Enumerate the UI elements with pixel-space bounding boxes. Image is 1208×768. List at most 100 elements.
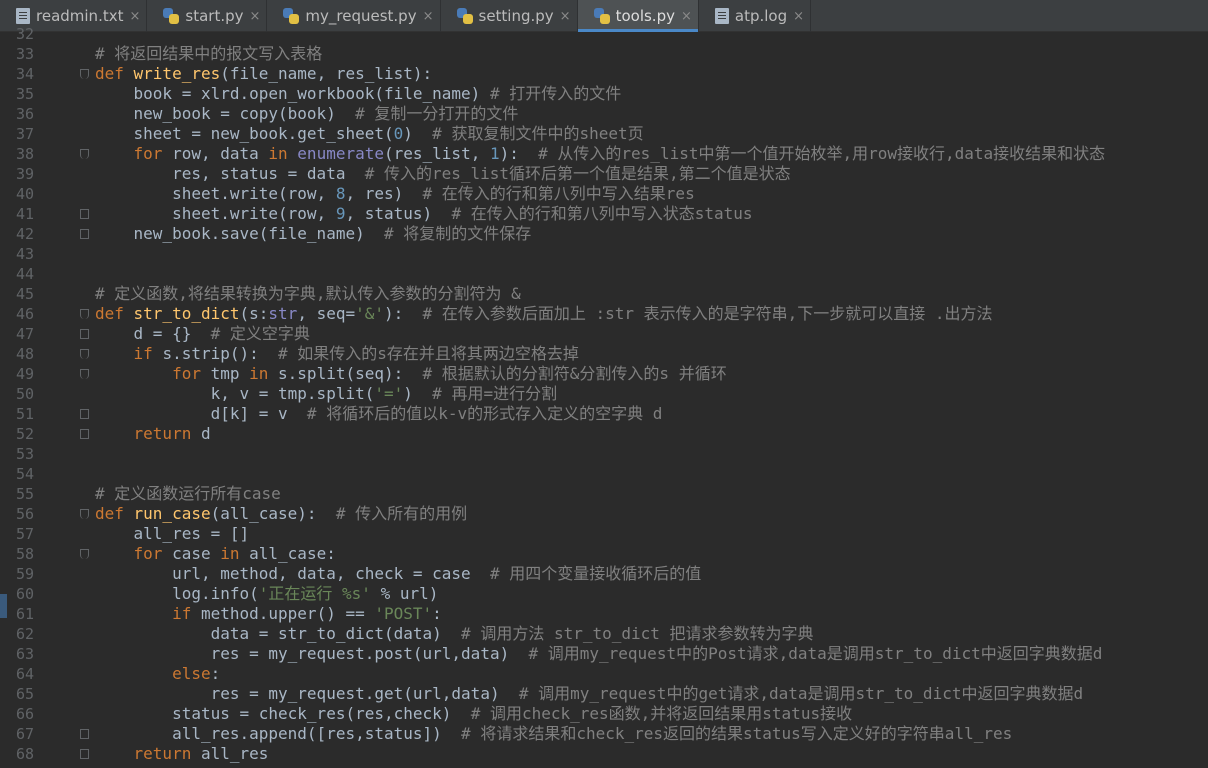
code-token: new_book = copy(book)	[95, 104, 356, 123]
code-line[interactable]: 45 # 定义函数,将结果转换为字典,默认传入参数的分割符为 &	[0, 284, 1208, 304]
code-line[interactable]: 32	[0, 24, 1208, 44]
fold-marker-icon[interactable]	[80, 329, 89, 339]
code-line[interactable]: 39 res, status = data # 传入的res_list循环后第一…	[0, 164, 1208, 184]
code-token: str_to_dict	[133, 304, 240, 323]
code-line[interactable]: 56 def run_case(all_case): # 传入所有的用例	[0, 504, 1208, 524]
code-token: # 将请求结果和check_res返回的结果status写入定义好的字符串all…	[461, 724, 1013, 743]
code-line[interactable]: 44	[0, 264, 1208, 284]
line-number: 32	[15, 25, 34, 43]
code-token: # 调用my_request中的get请求,data是调用str_to_dict…	[518, 684, 1084, 703]
close-icon[interactable]: ×	[250, 9, 261, 24]
code-line[interactable]: 67 all_res.append([res,status]) # 将请求结果和…	[0, 724, 1208, 744]
code-line[interactable]: 36 new_book = copy(book) # 复制一分打开的文件	[0, 104, 1208, 124]
code-line[interactable]: 53	[0, 444, 1208, 464]
code-line[interactable]: 62 data = str_to_dict(data) # 调用方法 str_t…	[0, 624, 1208, 644]
code-line[interactable]: 35 book = xlrd.open_workbook(file_name) …	[0, 84, 1208, 104]
code-token: '='	[374, 384, 404, 403]
line-number: 57	[15, 525, 34, 543]
close-icon[interactable]: ×	[793, 9, 804, 24]
code-line[interactable]: 37 sheet = new_book.get_sheet(0) # 获取复制文…	[0, 124, 1208, 144]
code-text: k, v = tmp.split('=') # 再用=进行分割	[95, 384, 557, 404]
code-line[interactable]: 38 for row, data in enumerate(res_list, …	[0, 144, 1208, 164]
code-token: in	[220, 544, 250, 563]
code-token: # 调用my_request中的Post请求,data是调用str_to_dic…	[528, 644, 1103, 663]
code-line[interactable]: 65 res = my_request.get(url,data) # 调用my…	[0, 684, 1208, 704]
code-line[interactable]: 61 if method.upper() == 'POST':	[0, 604, 1208, 624]
line-number: 37	[15, 125, 34, 143]
code-line[interactable]: 46 def str_to_dict(s:str, seq='&'): # 在传入…	[0, 304, 1208, 324]
code-line[interactable]: 58 for case in all_case:	[0, 544, 1208, 564]
close-icon[interactable]: ×	[560, 9, 571, 24]
line-number: 52	[15, 425, 34, 443]
code-token: :	[210, 664, 221, 683]
fold-marker-icon[interactable]	[80, 69, 89, 79]
fold-marker-icon[interactable]	[80, 229, 89, 239]
fold-marker-icon[interactable]	[80, 209, 89, 219]
fold-marker-icon[interactable]	[80, 369, 89, 379]
line-number: 56	[15, 505, 34, 523]
fold-marker-icon[interactable]	[80, 729, 89, 739]
code-token: status = check_res(res,check)	[95, 704, 471, 723]
code-text: def write_res(file_name, res_list):	[95, 64, 432, 84]
code-token: ):	[384, 304, 423, 323]
code-line[interactable]: 51 d[k] = v # 将循环后的值以k-v的形式存入定义的空字典 d	[0, 404, 1208, 424]
code-text: if method.upper() == 'POST':	[95, 604, 442, 624]
code-line[interactable]: 42 new_book.save(file_name) # 将复制的文件保存	[0, 224, 1208, 244]
code-line[interactable]: 40 sheet.write(row, 8, res) # 在传入的行和第八列中…	[0, 184, 1208, 204]
code-line[interactable]: 48 if s.strip(): # 如果传入的s存在并且将其两边空格去掉	[0, 344, 1208, 364]
fold-marker-icon[interactable]	[80, 309, 89, 319]
code-token: # 打开传入的文件	[489, 84, 622, 103]
code-line[interactable]: 55 # 定义函数运行所有case	[0, 484, 1208, 504]
code-text: # 将返回结果中的报文写入表格	[95, 44, 322, 64]
code-token: new_book.save(file_name)	[95, 224, 384, 243]
code-token: , status)	[345, 204, 452, 223]
close-icon[interactable]: ×	[129, 9, 140, 24]
code-line[interactable]: 47 d = {} # 定义空字典	[0, 324, 1208, 344]
code-line[interactable]: 57 all_res = []	[0, 524, 1208, 544]
code-text: status = check_res(res,check) # 调用check_…	[95, 704, 852, 724]
code-line[interactable]: 64 else:	[0, 664, 1208, 684]
code-line[interactable]: 60 log.info('正在运行 %s' % url)	[0, 584, 1208, 604]
code-token: all_case:	[249, 544, 336, 563]
code-editor[interactable]: 32 33 # 将返回结果中的报文写入表格 34 def write_res(file_…	[0, 25, 1208, 768]
code-token: str	[268, 304, 298, 323]
code-text: d = {} # 定义空字典	[95, 324, 310, 344]
code-line[interactable]: 50 k, v = tmp.split('=') # 再用=进行分割	[0, 384, 1208, 404]
fold-marker-icon[interactable]	[80, 429, 89, 439]
fold-marker-icon[interactable]	[80, 149, 89, 159]
code-token: sheet.write(row,	[95, 204, 336, 223]
code-token: if	[95, 344, 163, 363]
fold-marker-icon[interactable]	[80, 409, 89, 419]
line-number: 64	[15, 665, 34, 683]
code-line[interactable]: 68 return all_res	[0, 744, 1208, 764]
line-number: 49	[15, 365, 34, 383]
code-text: return all_res	[95, 744, 269, 764]
code-line[interactable]: 63 res = my_request.post(url,data) # 调用m…	[0, 644, 1208, 664]
code-token: all_res = []	[95, 524, 250, 543]
code-line[interactable]: 49 for tmp in s.split(seq): # 根据默认的分割符&分…	[0, 364, 1208, 384]
code-line[interactable]: 59 url, method, data, check = case # 用四个…	[0, 564, 1208, 584]
fold-marker-icon[interactable]	[80, 549, 89, 559]
code-line[interactable]: 52 return d	[0, 424, 1208, 444]
code-token: res, status = data	[95, 164, 365, 183]
code-token: for	[95, 144, 173, 163]
code-line[interactable]: 43	[0, 244, 1208, 264]
fold-marker-icon[interactable]	[80, 749, 89, 759]
code-text: res, status = data # 传入的res_list循环后第一个值是…	[95, 164, 791, 184]
code-line[interactable]: 34 def write_res(file_name, res_list):	[0, 64, 1208, 84]
code-text: data = str_to_dict(data) # 调用方法 str_to_d…	[95, 624, 814, 644]
close-icon[interactable]: ×	[681, 9, 692, 24]
line-number: 36	[15, 105, 34, 123]
close-icon[interactable]: ×	[423, 9, 434, 24]
code-text: all_res = []	[95, 524, 250, 544]
code-token: book = xlrd.open_workbook(file_name)	[95, 84, 490, 103]
fold-marker-icon[interactable]	[80, 509, 89, 519]
code-token: # 用四个变量接收循环后的值	[489, 564, 702, 583]
code-line[interactable]: 66 status = check_res(res,check) # 调用che…	[0, 704, 1208, 724]
code-token: , seq=	[297, 304, 356, 323]
code-line[interactable]: 33 # 将返回结果中的报文写入表格	[0, 44, 1208, 64]
fold-marker-icon[interactable]	[80, 349, 89, 359]
code-line[interactable]: 41 sheet.write(row, 9, status) # 在传入的行和第…	[0, 204, 1208, 224]
code-text: for tmp in s.split(seq): # 根据默认的分割符&分割传入…	[95, 364, 727, 384]
code-line[interactable]: 54	[0, 464, 1208, 484]
